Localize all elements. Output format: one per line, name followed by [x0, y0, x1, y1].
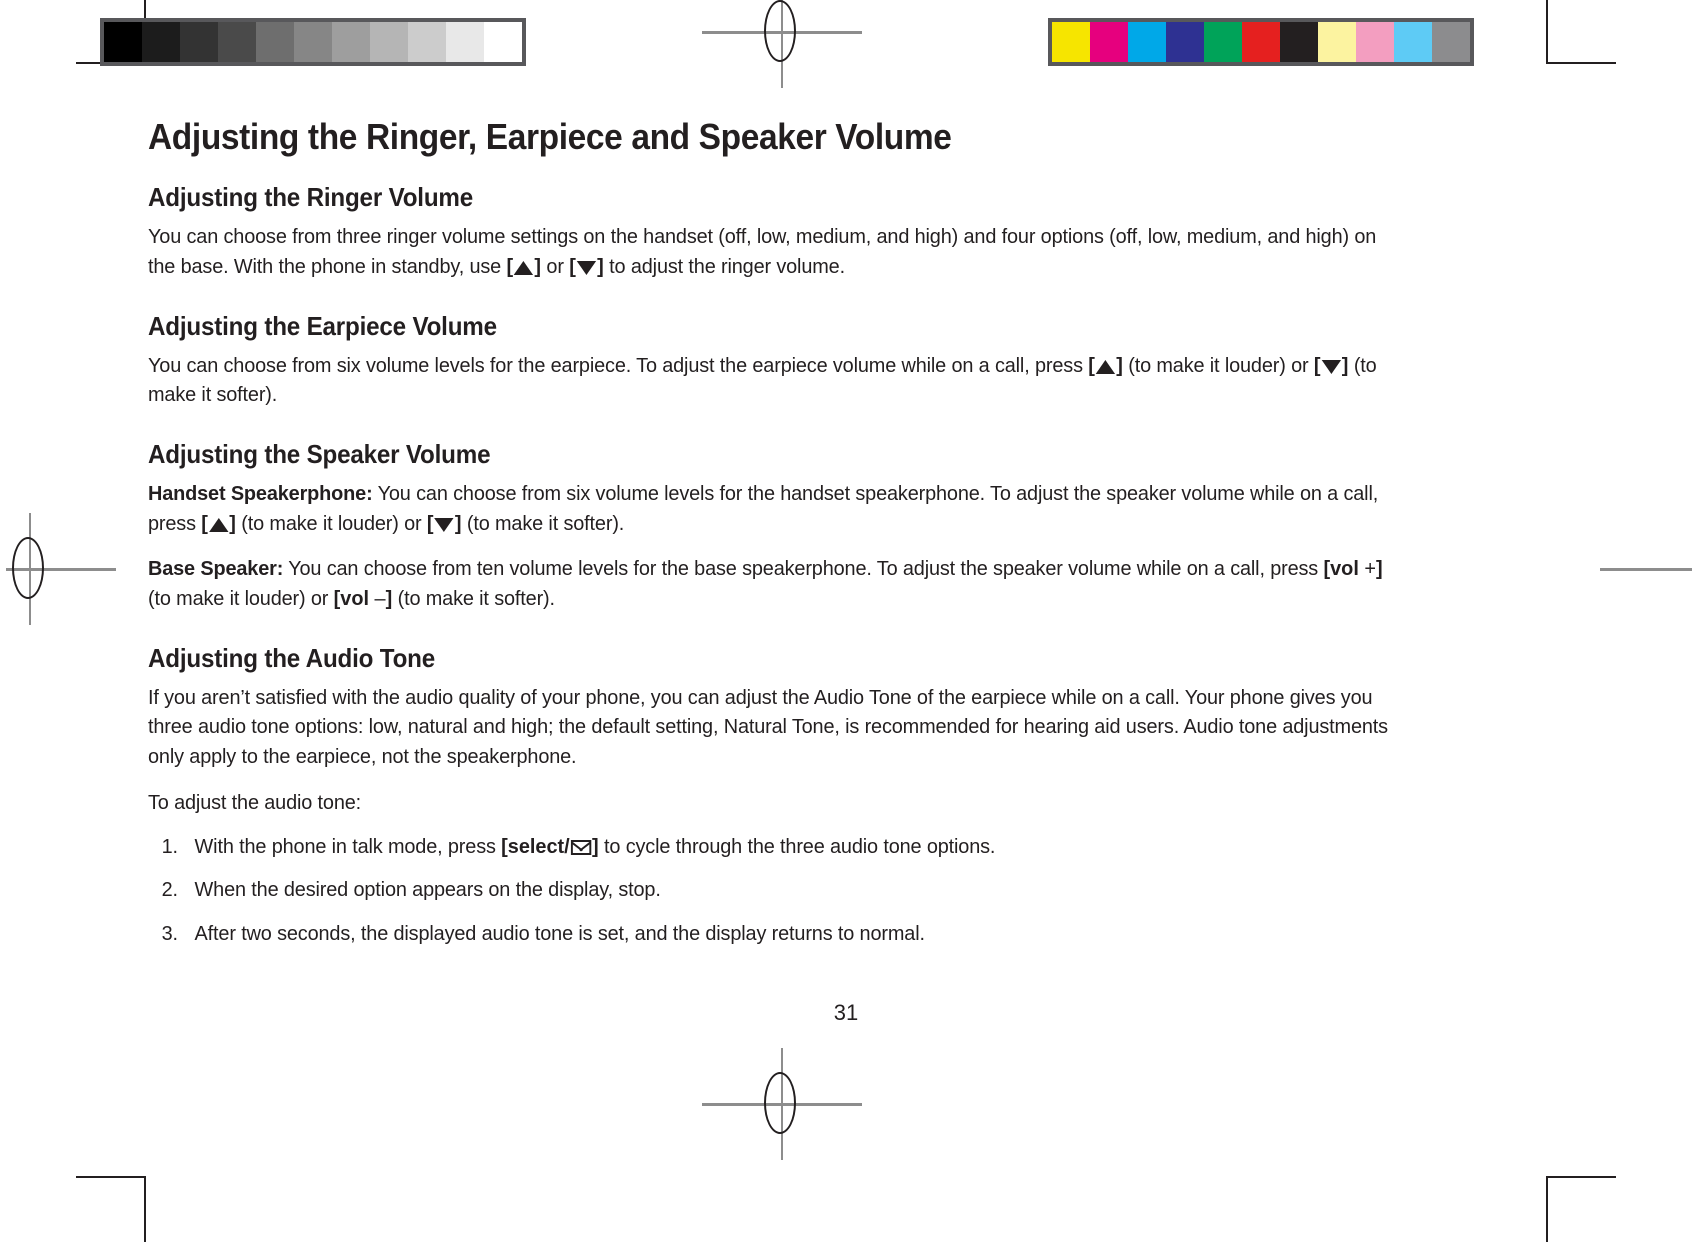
- base-text-between: (to make it louder) or: [148, 587, 334, 611]
- color-patch-0: [1052, 22, 1090, 62]
- paragraph-base-speaker: Base Speaker: You can choose from ten vo…: [148, 554, 1399, 613]
- gray-patch-3: [218, 22, 256, 62]
- registration-mark-left-icon: [0, 513, 116, 625]
- key-vol-minus: [vol –]: [333, 587, 393, 611]
- color-patch-5: [1242, 22, 1280, 62]
- page-number: 31: [833, 1000, 859, 1025]
- page-title: Adjusting the Ringer, Earpiece and Speak…: [148, 116, 952, 157]
- section-heading-audio-tone: Adjusting the Audio Tone: [148, 642, 436, 673]
- gray-patch-4: [256, 22, 294, 62]
- ringer-text-part2: to adjust the ringer volume.: [603, 255, 845, 278]
- paragraph-handset-speakerphone: Handset Speakerphone: You can choose fro…: [148, 479, 1399, 538]
- color-patch-1: [1090, 22, 1128, 62]
- step-text-part1: With the phone in talk mode, press: [194, 834, 502, 858]
- lead-in-base-speaker: Base Speaker:: [148, 557, 284, 581]
- gray-patch-0: [104, 22, 142, 62]
- key-select-envelope: [select/]: [501, 834, 599, 858]
- list-item: 3. After two seconds, the displayed audio…: [148, 919, 1399, 949]
- earpiece-text-between: (to make it louder) or: [1122, 353, 1314, 377]
- gray-patch-8: [408, 22, 446, 62]
- ringer-text-between: or: [541, 255, 570, 278]
- section-heading-earpiece: Adjusting the Earpiece Volume: [148, 310, 497, 341]
- section-heading-ringer: Adjusting the Ringer Volume: [148, 182, 474, 213]
- gray-patch-9: [446, 22, 484, 62]
- color-patch-6: [1280, 22, 1318, 62]
- gray-patch-10: [484, 22, 522, 62]
- registration-mark-bottom-icon: [702, 1048, 862, 1160]
- key-volume-up-icon: []: [201, 511, 236, 535]
- grayscale-calibration-wedge: [100, 18, 526, 66]
- earpiece-text-part1: You can choose from six volume levels fo…: [148, 353, 1089, 377]
- key-vol-plus: [vol +]: [1323, 557, 1383, 581]
- section-heading-speaker: Adjusting the Speaker Volume: [148, 439, 491, 470]
- base-text-part2: (to make it softer).: [392, 587, 555, 611]
- color-patch-9: [1394, 22, 1432, 62]
- key-volume-up-icon: []: [506, 255, 542, 278]
- list-item: 1. With the phone in talk mode, press [se…: [148, 832, 1399, 862]
- color-patch-3: [1166, 22, 1204, 62]
- color-patch-4: [1204, 22, 1242, 62]
- paragraph-audio-tone-intro: To adjust the audio tone:: [148, 790, 362, 814]
- step-text-part1: After two seconds, the displayed audio t…: [194, 922, 925, 946]
- key-vol-minus-sign: –: [374, 587, 386, 611]
- key-vol-plus-sign: +: [1364, 557, 1377, 581]
- envelope-icon: [570, 839, 592, 855]
- color-patch-2: [1128, 22, 1166, 62]
- handset-text-between: (to make it louder) or: [235, 511, 427, 535]
- key-volume-up-icon: []: [1088, 353, 1123, 377]
- step-number: 1.: [161, 834, 178, 858]
- gray-patch-5: [294, 22, 332, 62]
- gray-patch-6: [332, 22, 370, 62]
- step-text-part2: to cycle through the three audio tone op…: [598, 834, 996, 858]
- lead-in-handset-speakerphone: Handset Speakerphone:: [148, 481, 373, 505]
- key-select-label: select/: [507, 834, 570, 858]
- key-volume-down-icon: []: [569, 255, 604, 278]
- crop-mark-top-right: [1546, 0, 1616, 64]
- handset-text-part2: (to make it softer).: [461, 511, 625, 535]
- color-patch-7: [1318, 22, 1356, 62]
- key-vol-plus-label: vol: [1330, 557, 1359, 581]
- key-vol-minus-label: vol: [340, 587, 369, 611]
- audio-tone-steps-list: 1. With the phone in talk mode, press [se…: [148, 832, 1438, 949]
- gray-patch-7: [370, 22, 408, 62]
- step-number: 2.: [161, 878, 178, 902]
- list-item: 2. When the desired option appears on the…: [148, 875, 1399, 905]
- color-patch-10: [1432, 22, 1470, 62]
- paragraph-earpiece: You can choose from six volume levels fo…: [148, 351, 1399, 410]
- gray-patch-1: [142, 22, 180, 62]
- base-text-part1: You can choose from ten volume levels fo…: [283, 557, 1324, 581]
- key-volume-down-icon: []: [1313, 353, 1349, 377]
- registration-mark-top-icon: [702, 0, 862, 88]
- paragraph-audio-tone: If you aren’t satisfied with the audio q…: [148, 685, 1388, 769]
- crop-mark-bottom-left: [76, 1176, 146, 1242]
- color-calibration-bar: [1048, 18, 1474, 66]
- key-volume-down-icon: []: [426, 511, 462, 535]
- step-text-part1: When the desired option appears on the d…: [194, 878, 661, 902]
- crop-mark-bottom-right: [1546, 1176, 1616, 1242]
- gray-patch-2: [180, 22, 218, 62]
- step-number: 3.: [161, 922, 178, 946]
- color-patch-8: [1356, 22, 1394, 62]
- paragraph-ringer: You can choose from three ringer volume …: [148, 222, 1399, 281]
- page-content: Adjusting the Ringer, Earpiece and Speak…: [148, 116, 1438, 963]
